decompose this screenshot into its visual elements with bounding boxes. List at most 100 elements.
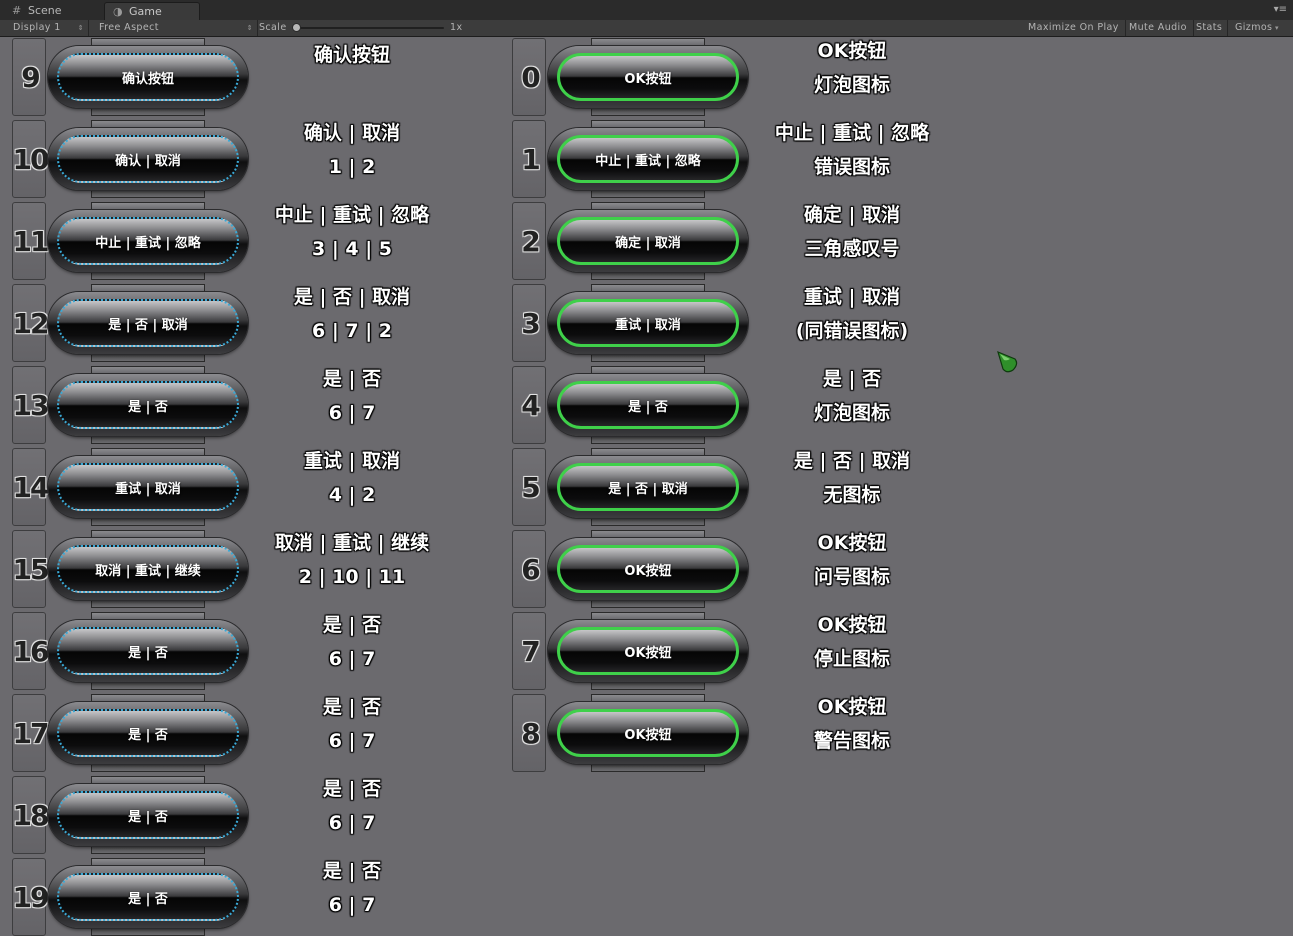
capsule-button-label: 是 | 否: [128, 399, 168, 415]
left-row: 9 确认按钮 确认按钮: [12, 38, 452, 116]
capsule-button[interactable]: 确认 | 取消: [48, 120, 248, 198]
capsule-button-label: 是 | 否: [128, 891, 168, 907]
row-description: 是 | 否 | 取消 无图标: [752, 444, 952, 512]
left-row: 19 是 | 否是 | 否6 | 7: [12, 858, 452, 936]
maximize-on-play-toggle[interactable]: Maximize On Play: [1028, 20, 1126, 36]
capsule-button[interactable]: 重试 | 取消: [548, 284, 748, 362]
row-description: 是 | 否灯泡图标: [752, 362, 952, 430]
capsule-button[interactable]: 取消 | 重试 | 继续: [48, 530, 248, 608]
capsule-button[interactable]: 是 | 否: [48, 694, 248, 772]
description-line-2: 6 | 7: [328, 894, 376, 916]
capsule-button[interactable]: 重试 | 取消: [48, 448, 248, 526]
row-index: 6: [521, 552, 540, 586]
capsule-button-label: 确定 | 取消: [615, 235, 681, 251]
right-row: 5是 | 否 | 取消是 | 否 | 取消 无图标: [512, 448, 952, 526]
capsule-button[interactable]: 是 | 否: [548, 366, 748, 444]
scale-value: 1x: [450, 22, 463, 33]
pacman-icon: ◑: [113, 5, 123, 18]
right-row: 3 重试 | 取消 重试 | 取消 (同错误图标): [512, 284, 952, 362]
row-description: 中止 | 重试 | 忽略 错误图标: [752, 116, 952, 184]
description-line-1: 是 | 否 | 取消: [293, 286, 411, 308]
left-row: 11 中止 | 重试 | 忽略 中止 | 重试 | 忽略 3 | 4 | 5: [12, 202, 452, 280]
left-row: 16 是 | 否是 | 否6 | 7: [12, 612, 452, 690]
capsule-button[interactable]: 是 | 否 | 取消: [48, 284, 248, 362]
capsule-button[interactable]: 是 | 否 | 取消: [548, 448, 748, 526]
row-index: 11: [12, 224, 50, 258]
display-dropdown[interactable]: Display 1 ⇕: [0, 20, 89, 36]
row-index: 18: [12, 798, 50, 832]
row-index: 8: [521, 716, 540, 750]
row-index: 0: [521, 60, 540, 94]
description-line-2: 6 | 7: [328, 812, 376, 834]
chevron-updown-icon: ⇕: [246, 24, 253, 32]
description-line-2: 1 | 2: [328, 156, 376, 178]
capsule-button[interactable]: OK按钮: [548, 612, 748, 690]
row-description: 确认 | 取消 1 | 2: [252, 116, 452, 184]
right-row: 6 OK按钮 OK按钮 问号图标: [512, 530, 952, 608]
row-description: 是 | 否 6 | 7: [252, 690, 452, 758]
aspect-dropdown[interactable]: Free Aspect ⇕: [89, 20, 258, 36]
description-line-1: OK按钮: [817, 40, 887, 62]
tab-game-label: Game: [129, 5, 162, 18]
capsule-button[interactable]: OK按钮: [548, 38, 748, 116]
capsule-button[interactable]: 是 | 否: [48, 858, 248, 936]
left-row: 15 取消 | 重试 | 继续 取消 | 重试 | 继续 2 | 10 | 11: [12, 530, 452, 608]
right-row: 0 OK按钮 OK按钮 灯泡图标: [512, 38, 952, 116]
left-row: 12 是 | 否 | 取消是 | 否 | 取消 6 | 7 | 2: [12, 284, 452, 362]
grid-icon: #: [12, 4, 22, 17]
row-index: 3: [521, 306, 540, 340]
description-line-1: 是 | 否 | 取消: [793, 450, 911, 472]
description-line-1: 重试 | 取消: [803, 286, 901, 308]
capsule-button-label: 是 | 否 | 取消: [608, 481, 688, 497]
row-description: OK按钮 警告图标: [752, 690, 952, 758]
tab-game[interactable]: ◑ Game: [104, 2, 200, 20]
right-row: 1 中止 | 重试 | 忽略 中止 | 重试 | 忽略 错误图标: [512, 120, 952, 198]
capsule-button[interactable]: OK按钮: [548, 694, 748, 772]
description-line-1: 确认按钮: [313, 44, 390, 66]
row-description: OK按钮 灯泡图标: [752, 34, 952, 102]
capsule-button[interactable]: 确定 | 取消: [548, 202, 748, 280]
row-description: OK按钮 问号图标: [752, 526, 952, 594]
capsule-button[interactable]: 是 | 否: [48, 776, 248, 854]
row-description: 确定 | 取消 三角感叹号: [752, 198, 952, 266]
description-line-1: 确定 | 取消: [803, 204, 901, 226]
capsule-button[interactable]: 是 | 否: [48, 366, 248, 444]
row-description: 是 | 否 6 | 7: [252, 772, 452, 840]
description-line-2: 警告图标: [813, 730, 890, 752]
description-line-1: 是 | 否: [322, 614, 382, 636]
mute-audio-toggle[interactable]: Mute Audio: [1129, 20, 1194, 36]
scale-slider-thumb[interactable]: [292, 23, 301, 32]
capsule-button[interactable]: 中止 | 重试 | 忽略: [48, 202, 248, 280]
capsule-button-label: 中止 | 重试 | 忽略: [95, 235, 201, 251]
row-index: 1: [521, 142, 540, 176]
capsule-button-label: 确认按钮: [121, 71, 174, 87]
description-line-1: OK按钮: [817, 614, 887, 636]
scale-slider-track[interactable]: [298, 27, 444, 29]
capsule-button-label: 是 | 否 | 取消: [108, 317, 188, 333]
row-index: 7: [521, 634, 540, 668]
cursor-icon: [997, 350, 1018, 373]
row-index: 16: [12, 634, 50, 668]
capsule-button[interactable]: OK按钮: [548, 530, 748, 608]
row-index: 10: [12, 142, 50, 176]
description-line-1: 是 | 否: [822, 368, 882, 390]
tab-menu-icon[interactable]: ▾≡: [1274, 5, 1287, 15]
left-row: 10 确认 | 取消 确认 | 取消 1 | 2: [12, 120, 452, 198]
gizmos-dropdown[interactable]: Gizmos ▾: [1235, 20, 1279, 36]
stats-toggle[interactable]: Stats: [1196, 20, 1229, 36]
description-line-1: 是 | 否: [322, 778, 382, 800]
capsule-button[interactable]: 中止 | 重试 | 忽略: [548, 120, 748, 198]
description-line-2: 6 | 7 | 2: [312, 320, 392, 342]
capsule-button[interactable]: 确认按钮: [48, 38, 248, 116]
editor-tab-bar: # Scene ◑ Game ▾≡: [0, 0, 1293, 21]
row-description: 是 | 否 | 取消 6 | 7 | 2: [252, 280, 452, 348]
row-index: 12: [12, 306, 50, 340]
capsule-button[interactable]: 是 | 否: [48, 612, 248, 690]
row-description: 是 | 否 6 | 7: [252, 854, 452, 922]
capsule-button-label: 重试 | 取消: [615, 317, 681, 333]
tab-scene[interactable]: # Scene: [4, 2, 100, 20]
capsule-button-label: OK按钮: [624, 71, 672, 87]
row-description: 取消 | 重试 | 继续 2 | 10 | 11: [252, 526, 452, 594]
left-row: 17 是 | 否是 | 否6 | 7: [12, 694, 452, 772]
capsule-button-label: 是 | 否: [128, 727, 168, 743]
